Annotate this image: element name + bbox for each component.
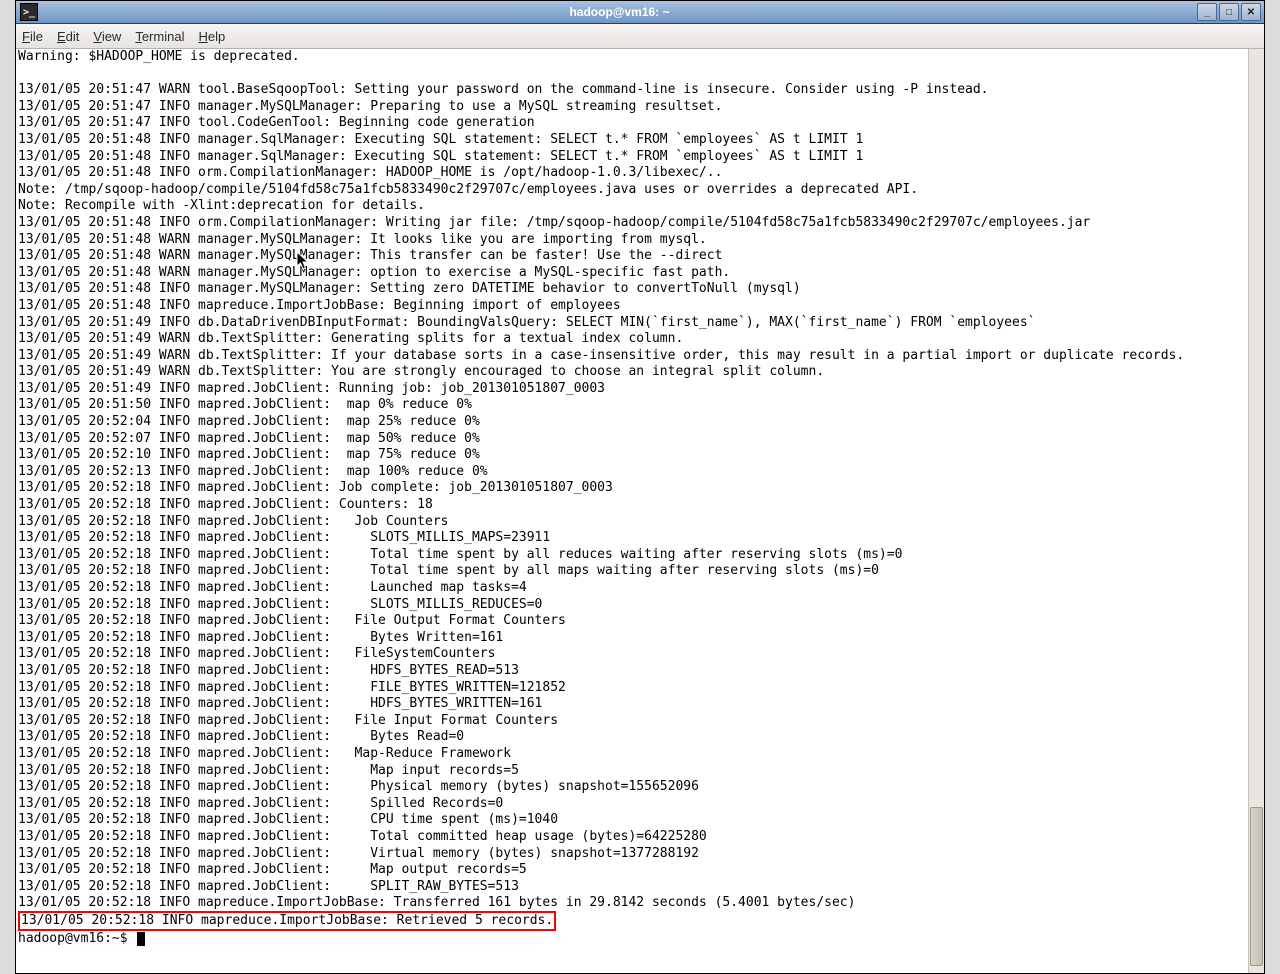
maximize-button[interactable]: □ <box>1219 3 1239 21</box>
highlighted-line: 13/01/05 20:52:18 INFO mapreduce.ImportJ… <box>18 911 556 932</box>
minimize-button[interactable]: _ <box>1197 3 1217 21</box>
window-title: hadoop@vm16: ~ <box>42 5 1197 19</box>
terminal-body-wrap: Warning: $HADOOP_HOME is deprecated. 13/… <box>16 49 1264 973</box>
menu-edit[interactable]: Edit <box>57 29 79 44</box>
menubar: File Edit View Terminal Help <box>16 24 1264 49</box>
terminal-window: >_ hadoop@vm16: ~ _ □ ✕ File Edit View T… <box>15 0 1265 974</box>
menu-file[interactable]: File <box>22 29 43 44</box>
menu-help[interactable]: Help <box>198 29 225 44</box>
text-cursor <box>137 932 145 946</box>
window-controls: _ □ ✕ <box>1197 3 1261 21</box>
vertical-scrollbar[interactable] <box>1248 49 1264 973</box>
menu-terminal[interactable]: Terminal <box>135 29 184 44</box>
close-button[interactable]: ✕ <box>1241 3 1261 21</box>
shell-prompt: hadoop@vm16:~$ <box>18 931 135 946</box>
menu-view[interactable]: View <box>93 29 121 44</box>
titlebar[interactable]: >_ hadoop@vm16: ~ _ □ ✕ <box>16 1 1264 24</box>
app-icon: >_ <box>20 3 38 21</box>
terminal-output[interactable]: Warning: $HADOOP_HOME is deprecated. 13/… <box>16 49 1248 973</box>
scroll-thumb[interactable] <box>1250 807 1263 966</box>
